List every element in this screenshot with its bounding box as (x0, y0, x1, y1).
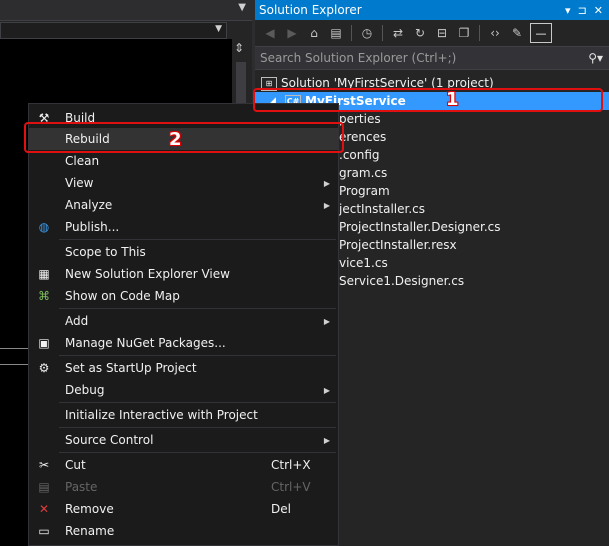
code-map-icon: ⌘ (38, 289, 50, 303)
member-dropdown[interactable]: ▼ (0, 22, 227, 39)
scissors-icon: ✂ (38, 458, 50, 472)
highlight-project-callout (253, 88, 603, 112)
menu-separator (59, 239, 336, 240)
back-icon[interactable]: ◀ (261, 24, 279, 42)
menu-separator (59, 355, 336, 356)
preview-selected-items-icon[interactable]: — (530, 23, 552, 43)
menu-item-add[interactable]: Add ▶ (29, 310, 338, 332)
tree-item[interactable]: ProjectInstaller.resx (339, 236, 457, 254)
menu-item-debug[interactable]: Debug ▶ (29, 379, 338, 401)
editor-line-marker (0, 348, 30, 349)
menu-separator (59, 402, 336, 403)
tree-item[interactable]: jectInstaller.cs (339, 200, 425, 218)
toolbar-separator (479, 25, 480, 41)
solution-explorer-title-bar: Solution Explorer ▾ ⊐ ✕ (255, 0, 609, 20)
toolbar-separator (351, 25, 352, 41)
tab-dropdown-icon[interactable]: ▼ (238, 2, 246, 13)
close-icon[interactable]: ✕ (594, 4, 603, 17)
panel-title: Solution Explorer (259, 3, 362, 17)
menu-item-rename[interactable]: ▭ Rename (29, 520, 338, 542)
sync-icon[interactable]: ⇄ (389, 24, 407, 42)
solution-explorer-toolbar: ◀ ▶ ⌂ ▤ ◷ ⇄ ↻ ⊟ ❐ ‹› ✎ — (255, 20, 609, 47)
properties-wrench-icon[interactable]: ✎ (508, 24, 526, 42)
editor-line-marker (0, 364, 30, 365)
submenu-arrow-icon: ▶ (323, 316, 330, 326)
rename-icon: ▭ (38, 524, 50, 538)
menu-item-set-as-startup-project[interactable]: ⚙ Set as StartUp Project (29, 357, 338, 379)
menu-item-remove[interactable]: ✕ Remove Del (29, 498, 338, 520)
menu-item-source-control[interactable]: Source Control ▶ (29, 429, 338, 451)
tree-item[interactable]: erences (339, 128, 386, 146)
step-2-label: 2 (169, 129, 182, 150)
menu-item-paste[interactable]: ▤ Paste Ctrl+V (29, 476, 338, 498)
menu-separator (59, 427, 336, 428)
split-window-icon[interactable]: ⇕ (234, 41, 244, 55)
menu-item-scope-to-this[interactable]: Scope to This (29, 241, 338, 263)
tree-item[interactable]: Service1.Designer.cs (339, 272, 464, 290)
submenu-arrow-icon: ▶ (323, 435, 330, 445)
solution-explorer-search[interactable]: Search Solution Explorer (Ctrl+;) ⚲▾ (255, 47, 609, 70)
pin-icon[interactable]: ⊐ (578, 4, 587, 17)
paste-icon: ▤ (38, 480, 50, 494)
menu-item-manage-nuget-packages[interactable]: ▣ Manage NuGet Packages... (29, 332, 338, 354)
gear-icon: ⚙ (38, 361, 50, 375)
toolbar-separator (382, 25, 383, 41)
tree-item[interactable]: gram.cs (339, 164, 387, 182)
navigation-bar: ▼ (0, 20, 252, 39)
project-context-menu: ⚒ Build Rebuild Clean View ▶ Analyze ▶ ◍… (28, 103, 339, 546)
remove-icon: ✕ (38, 502, 50, 516)
search-input[interactable]: Search Solution Explorer (Ctrl+;) (260, 51, 456, 65)
home-icon[interactable]: ⌂ (305, 24, 323, 42)
refresh-icon[interactable]: ↻ (411, 24, 429, 42)
menu-separator (59, 308, 336, 309)
menu-item-publish[interactable]: ◍ Publish... (29, 216, 338, 238)
window-position-icon[interactable]: ▾ (565, 4, 571, 17)
menu-item-view[interactable]: View ▶ (29, 172, 338, 194)
collapse-all-icon[interactable]: ⊟ (433, 24, 451, 42)
tree-item[interactable]: ProjectInstaller.Designer.cs (339, 218, 501, 236)
pending-changes-filter-icon[interactable]: ◷ (358, 24, 376, 42)
switch-views-icon[interactable]: ▤ (327, 24, 345, 42)
search-icon[interactable]: ⚲▾ (588, 51, 609, 65)
forward-icon[interactable]: ▶ (283, 24, 301, 42)
menu-item-analyze[interactable]: Analyze ▶ (29, 194, 338, 216)
menu-item-initialize-interactive[interactable]: Initialize Interactive with Project (29, 404, 338, 426)
tree-item[interactable]: perties (339, 110, 381, 128)
menu-item-clean[interactable]: Clean (29, 150, 338, 172)
view-code-icon[interactable]: ‹› (486, 24, 504, 42)
submenu-arrow-icon: ▶ (323, 385, 330, 395)
chevron-down-icon: ▼ (215, 24, 222, 34)
submenu-arrow-icon: ▶ (323, 178, 330, 188)
menu-item-cut[interactable]: ✂ Cut Ctrl+X (29, 454, 338, 476)
show-all-files-icon[interactable]: ❐ (455, 24, 473, 42)
menu-item-new-solution-explorer-view[interactable]: ▦ New Solution Explorer View (29, 263, 338, 285)
tree-item[interactable]: vice1.cs (339, 254, 388, 272)
step-1-label: 1 (446, 89, 459, 110)
highlight-rebuild-callout (24, 122, 344, 153)
menu-item-show-on-code-map[interactable]: ⌘ Show on Code Map (29, 285, 338, 307)
nuget-icon: ▣ (38, 336, 50, 350)
submenu-arrow-icon: ▶ (323, 200, 330, 210)
tree-item[interactable]: Program (339, 182, 390, 200)
new-view-icon: ▦ (38, 267, 50, 281)
globe-icon: ◍ (38, 220, 50, 234)
menu-separator (59, 452, 336, 453)
tree-item[interactable]: .config (339, 146, 380, 164)
editor-tab-strip: ▼ (0, 0, 252, 20)
